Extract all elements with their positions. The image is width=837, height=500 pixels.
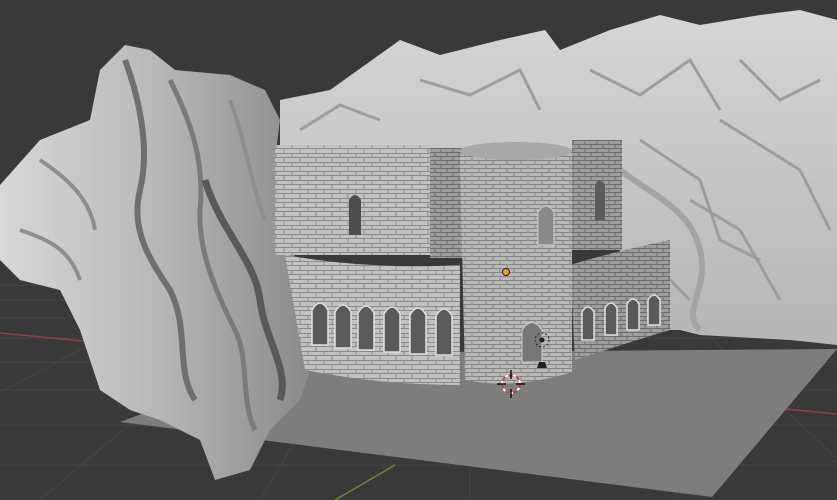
object-origin-icon[interactable] — [502, 268, 510, 276]
3d-viewport[interactable] — [0, 0, 837, 500]
castle-round-tower[interactable] — [460, 142, 572, 384]
rock-cliff-left[interactable] — [0, 45, 310, 480]
viewport-canvas[interactable] — [0, 0, 837, 500]
y-axis-line — [334, 464, 396, 500]
